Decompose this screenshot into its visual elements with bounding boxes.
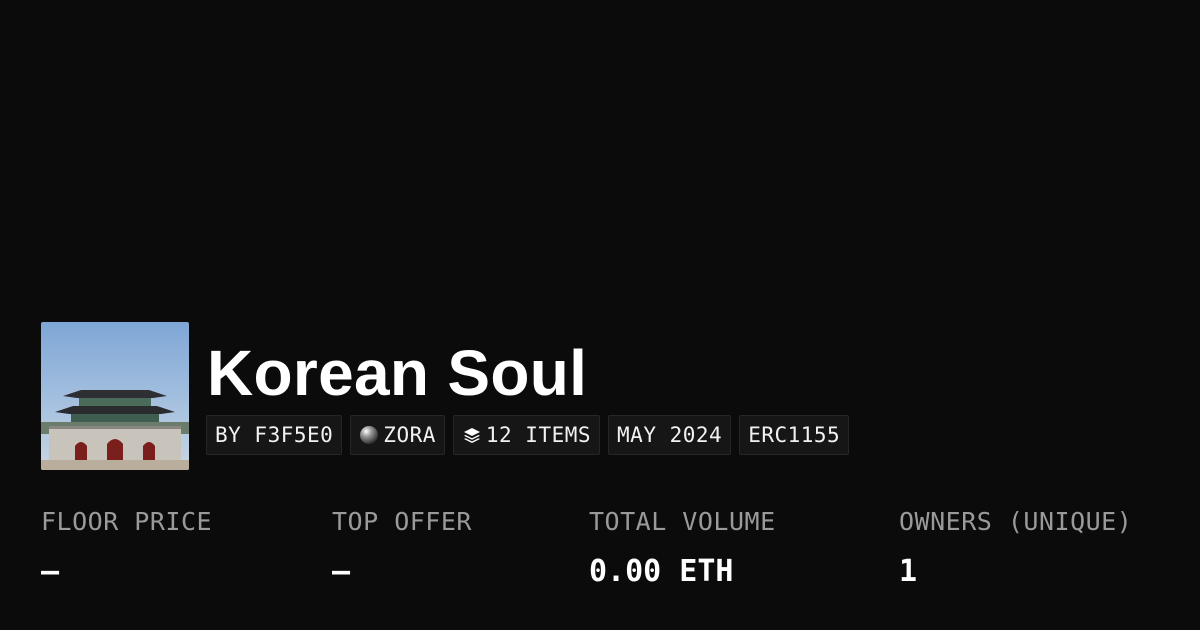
network-label: ZORA [383, 423, 436, 447]
standard-chip: ERC1155 [739, 415, 850, 455]
owners-value: 1 [899, 554, 918, 589]
collection-meta-chips: BY F3F5E0 ZORA 12 ITEMS MAY 2024 ERC1155 [206, 415, 850, 455]
collection-thumbnail[interactable] [41, 322, 189, 470]
total-volume-label: TOTAL VOLUME [589, 507, 776, 536]
layers-icon [462, 425, 482, 445]
collection-card: Korean Soul BY F3F5E0 ZORA 12 ITEMS MAY … [0, 0, 1200, 630]
top-offer-label: TOP OFFER [332, 507, 472, 536]
zora-orb-icon [359, 425, 379, 445]
items-label: 12 ITEMS [485, 423, 592, 447]
floor-price-label: FLOOR PRICE [41, 507, 213, 536]
floor-price-value: – [41, 554, 60, 589]
owners-label: OWNERS (UNIQUE) [899, 507, 1133, 536]
collection-title: Korean Soul [207, 337, 588, 409]
creator-chip[interactable]: BY F3F5E0 [206, 415, 343, 455]
items-chip[interactable]: 12 ITEMS [452, 415, 601, 455]
standard-label: ERC1155 [748, 423, 841, 447]
total-volume-value: 0.00 ETH [589, 554, 734, 589]
palace-gate-image [41, 322, 189, 470]
date-label: MAY 2024 [617, 423, 723, 447]
date-chip: MAY 2024 [608, 415, 732, 455]
creator-label: BY F3F5E0 [215, 423, 334, 447]
top-offer-value: – [332, 554, 351, 589]
network-chip[interactable]: ZORA [350, 415, 445, 455]
